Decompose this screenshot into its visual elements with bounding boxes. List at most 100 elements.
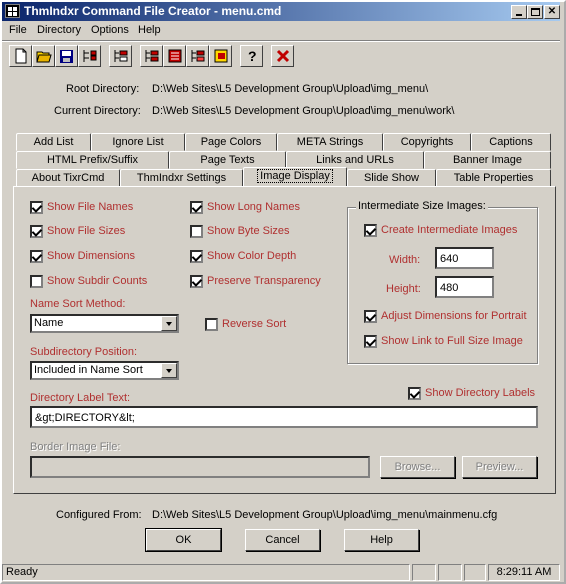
close-window-button[interactable]: ✕ <box>544 5 560 19</box>
list-add-button[interactable] <box>140 45 163 67</box>
tab-add-list[interactable]: Add List <box>16 133 91 151</box>
adjust-portrait-checkbox[interactable] <box>364 310 377 323</box>
height-input[interactable]: 480 <box>435 276 494 298</box>
menu-help[interactable]: Help <box>138 24 161 36</box>
width-input[interactable]: 640 <box>435 247 494 269</box>
show-color-depth-checkbox[interactable] <box>190 250 203 263</box>
subdir-position-label: Subdirectory Position: <box>30 346 137 358</box>
create-intermediate-label: Create Intermediate Images <box>381 224 518 236</box>
menu-file[interactable]: File <box>9 24 27 36</box>
ok-button[interactable]: OK <box>145 528 222 552</box>
tab-table-properties[interactable]: Table Properties <box>436 169 551 187</box>
list-edit-icon <box>191 50 204 62</box>
reverse-sort-label: Reverse Sort <box>222 318 287 330</box>
tab-thmindxr-settings[interactable]: ThmIndxr Settings <box>120 169 243 187</box>
browse-button[interactable]: Browse... <box>380 456 455 478</box>
help-dialog-button[interactable]: Help <box>344 529 419 551</box>
show-color-depth-label: Show Color Depth <box>207 250 297 262</box>
name-sort-select[interactable]: Name <box>30 314 179 333</box>
new-icon <box>15 48 26 64</box>
help-button[interactable]: ? <box>240 45 263 67</box>
subdir-position-select[interactable]: Included in Name Sort <box>30 361 179 380</box>
current-directory-value: D:\Web Sites\L5 Development Group\Upload… <box>152 105 455 117</box>
chevron-down-icon[interactable] <box>161 316 177 331</box>
minimize-button[interactable] <box>511 5 527 19</box>
show-byte-sizes-checkbox[interactable] <box>190 225 203 238</box>
tab-captions[interactable]: Captions <box>471 133 551 151</box>
configured-from-value: D:\Web Sites\L5 Development Group\Upload… <box>152 509 498 521</box>
width-label: Width: <box>389 254 421 266</box>
subdir-position-value: Included in Name Sort <box>34 364 143 376</box>
status-bar: Ready 8:29:11 AM <box>2 564 560 581</box>
reverse-sort-checkbox[interactable] <box>205 318 218 331</box>
menu-options[interactable]: Options <box>91 24 129 36</box>
new-button[interactable] <box>9 45 32 67</box>
tab-image-display-label: Image Display <box>257 169 333 183</box>
title-bar: ThmIndxr Command File Creator - menu.cmd… <box>2 2 560 21</box>
list-image-button[interactable] <box>209 45 232 67</box>
preview-button[interactable]: Preview... <box>462 456 537 478</box>
tab-meta-strings[interactable]: META Strings <box>277 133 383 151</box>
directory-label-text-label: Directory Label Text: <box>30 392 131 404</box>
tab-banner-image[interactable]: Banner Image <box>424 151 551 169</box>
list-button[interactable] <box>109 45 132 67</box>
show-directory-labels-checkbox[interactable] <box>408 387 421 400</box>
save-button[interactable] <box>55 45 78 67</box>
show-dimensions-checkbox[interactable] <box>30 250 43 263</box>
show-long-names-label: Show Long Names <box>207 201 300 213</box>
tab-copyrights[interactable]: Copyrights <box>383 133 471 151</box>
status-panel-4 <box>464 564 486 581</box>
name-sort-label: Name Sort Method: <box>30 298 126 310</box>
directory-label-text-input[interactable]: &gt;DIRECTORY&lt; <box>30 406 538 428</box>
tree-button[interactable] <box>78 45 101 67</box>
status-text: Ready <box>2 564 410 581</box>
preserve-transparency-checkbox[interactable] <box>190 275 203 288</box>
menu-directory[interactable]: Directory <box>37 24 81 36</box>
border-image-label: Border Image File: <box>30 441 121 453</box>
show-dimensions-label: Show Dimensions <box>47 250 136 262</box>
show-file-names-label: Show File Names <box>47 201 134 213</box>
close-button[interactable] <box>271 45 294 67</box>
menu-separator <box>2 40 560 42</box>
close-icon <box>276 49 289 63</box>
root-directory-label: Root Directory: <box>66 83 140 95</box>
open-button[interactable] <box>32 45 55 67</box>
svg-text:?: ? <box>248 48 257 64</box>
cancel-button[interactable]: Cancel <box>245 529 320 551</box>
height-label: Height: <box>386 283 421 295</box>
list-remove-icon <box>168 49 181 63</box>
show-file-names-checkbox[interactable] <box>30 201 43 214</box>
show-link-checkbox[interactable] <box>364 335 377 348</box>
intermediate-size-title: Intermediate Size Images: <box>356 200 488 212</box>
list-image-icon <box>214 49 227 63</box>
create-intermediate-checkbox[interactable] <box>364 224 377 237</box>
save-icon <box>60 49 73 63</box>
tab-image-display[interactable]: Image Display <box>243 167 347 186</box>
menu-bar: File Directory Options Help <box>2 22 560 40</box>
help-icon: ? <box>248 48 257 64</box>
app-icon <box>5 4 20 18</box>
show-subdir-counts-label: Show Subdir Counts <box>47 275 148 287</box>
configured-from-label: Configured From: <box>56 509 142 521</box>
border-image-input[interactable] <box>30 456 370 478</box>
show-link-label: Show Link to Full Size Image <box>381 335 523 347</box>
current-directory-label: Current Directory: <box>54 105 141 117</box>
show-long-names-checkbox[interactable] <box>190 201 203 214</box>
list-remove-button[interactable] <box>163 45 186 67</box>
list-edit-button[interactable] <box>186 45 209 67</box>
tab-slide-show[interactable]: Slide Show <box>347 169 436 187</box>
tab-html-prefix-suffix[interactable]: HTML Prefix/Suffix <box>16 151 169 169</box>
tab-page-colors[interactable]: Page Colors <box>185 133 277 151</box>
adjust-portrait-label: Adjust Dimensions for Portrait <box>381 310 527 322</box>
show-subdir-counts-checkbox[interactable] <box>30 275 43 288</box>
window-title: ThmIndxr Command File Creator - menu.cmd <box>24 4 282 18</box>
chevron-down-icon[interactable] <box>161 363 177 378</box>
maximize-button[interactable] <box>527 5 543 19</box>
status-panel-2 <box>412 564 436 581</box>
list-add-icon <box>145 50 158 62</box>
tab-ignore-list[interactable]: Ignore List <box>91 133 185 151</box>
name-sort-value: Name <box>34 317 64 329</box>
status-time: 8:29:11 AM <box>488 564 560 581</box>
show-file-sizes-checkbox[interactable] <box>30 225 43 238</box>
tab-about-tixrcmd[interactable]: About TixrCmd <box>16 169 120 187</box>
